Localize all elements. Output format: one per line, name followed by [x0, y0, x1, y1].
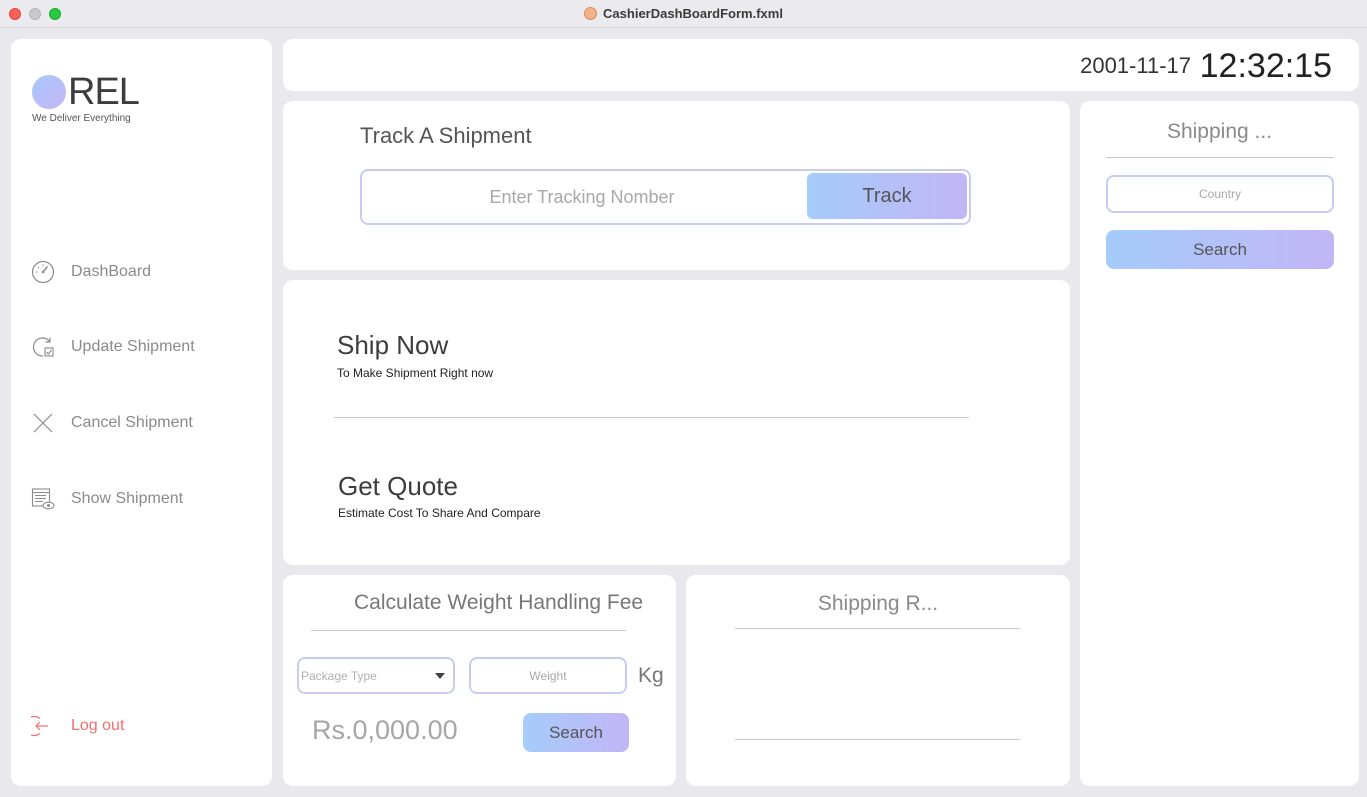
logo-circle-icon — [32, 75, 66, 109]
header-bar: 2001-11-17 12:32:15 — [283, 39, 1359, 91]
speedometer-icon — [31, 260, 55, 284]
country-input[interactable] — [1106, 175, 1334, 213]
logout-icon — [31, 715, 48, 737]
shipping-rates-panel: Shipping R... — [686, 575, 1070, 786]
chevron-down-icon — [435, 673, 445, 679]
sidebar-item-label: Cancel Shipment — [71, 414, 193, 431]
sidebar-item-update-shipment[interactable]: Update Shipment — [31, 330, 251, 364]
sidebar-item-label: Update Shipment — [71, 338, 195, 355]
sidebar-item-cancel-shipment[interactable]: Cancel Shipment — [31, 406, 251, 440]
sidebar-item-label: DashBoard — [71, 263, 152, 280]
weight-search-button[interactable]: Search — [523, 713, 629, 752]
sidebar-item-dashboard[interactable]: DashBoard — [31, 255, 251, 289]
package-type-placeholder: Package Type — [301, 669, 377, 683]
divider — [735, 739, 1020, 740]
logout-label: Log out — [71, 717, 125, 734]
refresh-check-icon — [32, 337, 54, 357]
brand-name: REL — [68, 71, 140, 113]
divider — [311, 630, 626, 631]
track-shipment-title: Track A Shipment — [360, 123, 532, 148]
divider — [1106, 157, 1334, 158]
ship-now-subtitle: To Make Shipment Right now — [337, 366, 494, 380]
fxml-file-icon — [584, 7, 598, 20]
current-date: 2001-11-17 — [1080, 53, 1191, 78]
sidebar-item-show-shipment[interactable]: Show Shipment — [31, 482, 251, 516]
shipping-title: Shipping ... — [1166, 120, 1273, 143]
brand-tagline: We Deliver Everything — [32, 113, 131, 124]
shipping-rates-title: Shipping R... — [817, 592, 939, 615]
divider — [334, 417, 969, 418]
get-quote-subtitle: Estimate Cost To Share And Compare — [338, 506, 541, 520]
weight-unit-label: Kg — [638, 664, 664, 687]
divider — [735, 628, 1020, 629]
weight-fee-title: Calculate Weight Handling Fee — [354, 591, 644, 614]
sidebar-item-label: Show Shipment — [71, 490, 184, 507]
shipping-panel: Shipping ... Search — [1080, 101, 1359, 786]
shipping-search-button[interactable]: Search — [1106, 230, 1334, 269]
window-titlebar: CashierDashBoardForm.fxml — [0, 0, 1367, 28]
logout-button[interactable]: Log out — [31, 709, 251, 743]
window-title: CashierDashBoardForm.fxml — [0, 6, 1367, 21]
window-title-text: CashierDashBoardForm.fxml — [603, 6, 783, 21]
track-button[interactable]: Track — [807, 173, 967, 219]
close-icon — [33, 413, 53, 433]
tracking-number-input[interactable] — [362, 171, 802, 223]
package-type-select[interactable]: Package Type — [297, 657, 455, 694]
current-time: 12:32:15 — [1199, 47, 1332, 85]
ship-actions-panel: Ship Now To Make Shipment Right now Get … — [283, 280, 1070, 565]
weight-fee-panel: Calculate Weight Handling Fee Package Ty… — [283, 575, 676, 786]
list-view-icon — [31, 488, 55, 510]
track-shipment-panel: Track A Shipment Track — [283, 101, 1070, 270]
fee-amount: Rs.0,000.00 — [312, 715, 458, 745]
weight-input[interactable] — [469, 657, 627, 694]
get-quote-link[interactable]: Get Quote — [338, 471, 458, 502]
sidebar: REL We Deliver Everything DashBoard Upda… — [11, 39, 272, 786]
tracking-input-group: Track — [360, 169, 971, 225]
ship-now-link[interactable]: Ship Now — [337, 330, 448, 361]
